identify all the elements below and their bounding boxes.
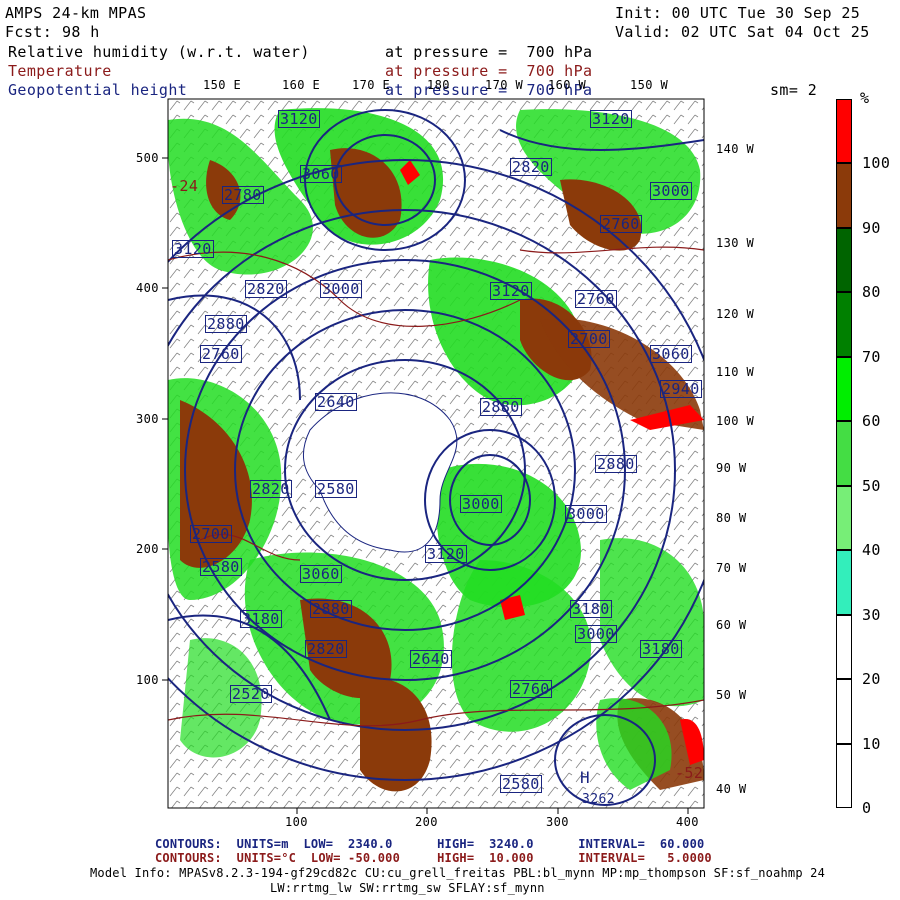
y-tick-300: 300: [136, 412, 159, 426]
colorbar-label: 20: [862, 670, 881, 689]
colorbar-band: [836, 614, 852, 680]
height-contour-label: 2780: [222, 186, 264, 204]
lon-right-60w: 60 W: [716, 618, 747, 632]
colorbar-label: 10: [862, 734, 881, 753]
lon-top-150w: 150 W: [630, 78, 669, 92]
height-contour-label: 2580: [200, 558, 242, 576]
height-contour-label: 3000: [650, 182, 692, 200]
height-contour-label: 2580: [315, 480, 357, 498]
colorbar-label: 50: [862, 476, 881, 495]
height-contour-label: 3120: [425, 545, 467, 563]
height-contour-label: 2820: [305, 640, 347, 658]
height-contour-label: 2820: [250, 480, 292, 498]
colorbar-label: 60: [862, 412, 881, 431]
lon-right-80w: 80 W: [716, 511, 747, 525]
high-value: 3262: [582, 792, 615, 807]
lon-right-110w: 110 W: [716, 365, 755, 379]
lon-top-160e: 160 E: [282, 78, 321, 92]
height-contour-label: 2820: [245, 280, 287, 298]
map-field-layer: [168, 99, 704, 808]
x-tick-300: 300: [546, 815, 569, 829]
footer-model-info-2: LW:rrtmg_lw SW:rrtmg_sw SFLAY:sf_mynn: [270, 881, 545, 895]
height-contour-label: 2700: [190, 525, 232, 543]
colorbar-band: [836, 227, 852, 293]
height-contour-label: 2940: [660, 380, 702, 398]
lon-right-140w: 140 W: [716, 142, 755, 156]
height-contour-label: 3180: [570, 600, 612, 618]
height-contour-label: 2760: [575, 290, 617, 308]
colorbar-band: [836, 292, 852, 357]
x-tick-200: 200: [415, 815, 438, 829]
height-contour-label: 3060: [300, 165, 342, 183]
lon-right-120w: 120 W: [716, 307, 755, 321]
height-contour-label: 2760: [600, 215, 642, 233]
lon-right-70w: 70 W: [716, 561, 747, 575]
high-marker: H: [580, 768, 591, 787]
x-tick-400: 400: [676, 815, 699, 829]
height-contour-label: 2700: [568, 330, 610, 348]
height-contour-label: 2880: [480, 398, 522, 416]
colorbar-label: 90: [862, 218, 881, 237]
height-contour-label: 2640: [315, 393, 357, 411]
lon-right-50w: 50 W: [716, 688, 747, 702]
colorbar-label: 0: [862, 799, 872, 817]
y-tick-500: 500: [136, 151, 159, 165]
height-contour-label: 2820: [510, 158, 552, 176]
lon-right-130w: 130 W: [716, 236, 755, 250]
colorbar-label: 100: [862, 154, 891, 173]
height-contour-label: 2760: [510, 680, 552, 698]
footer-model-info: Model Info: MPASv8.2.3-194-gf29cd82c CU:…: [90, 866, 826, 880]
colorbar-band: [836, 743, 852, 808]
colorbar-label: 30: [862, 605, 881, 624]
height-contour-label: 3120: [590, 110, 632, 128]
colorbar-label: 40: [862, 541, 881, 560]
colorbar-band: [836, 550, 852, 615]
temperature-contour-label: -24: [170, 177, 199, 195]
lon-top-170e: 170 E: [352, 78, 391, 92]
rh-map: [162, 98, 705, 814]
colorbar-band: [836, 485, 852, 551]
y-tick-200: 200: [136, 542, 159, 556]
colorbar-band: [836, 421, 852, 486]
height-contour-label: 3000: [575, 625, 617, 643]
height-contour-label: 3120: [172, 240, 214, 258]
x-tick-100: 100: [285, 815, 308, 829]
footer-contour-temp: CONTOURS: UNITS=°C LOW= -50.000 HIGH= 10…: [155, 851, 712, 865]
height-contour-label: 3180: [640, 640, 682, 658]
colorbar-band: [836, 99, 852, 164]
height-contour-label: 2880: [205, 315, 247, 333]
colorbar-band: [836, 679, 852, 744]
footer-contour-height: CONTOURS: UNITS=m LOW= 2340.0 HIGH= 3240…: [155, 837, 705, 851]
lon-top-180: 180: [427, 78, 450, 92]
height-contour-label: 3000: [565, 505, 607, 523]
height-contour-label: 3120: [490, 282, 532, 300]
y-tick-400: 400: [136, 281, 159, 295]
height-contour-label: 3000: [320, 280, 362, 298]
height-contour-label: 2520: [230, 685, 272, 703]
lon-top-170w: 170 W: [485, 78, 524, 92]
temperature-contour-label: -52: [675, 764, 704, 782]
height-contour-label: 3120: [278, 110, 320, 128]
lon-right-90w: 90 W: [716, 461, 747, 475]
height-contour-label: 2880: [310, 600, 352, 618]
height-contour-label: 3180: [240, 610, 282, 628]
height-contour-label: 2760: [200, 345, 242, 363]
colorbar-unit: %: [860, 89, 870, 107]
height-contour-label: 2580: [500, 775, 542, 793]
colorbar-label: 80: [862, 283, 881, 302]
height-contour-label: 3060: [300, 565, 342, 583]
height-contour-label: 2880: [595, 455, 637, 473]
colorbar-band: [836, 163, 852, 228]
height-contour-label: 2640: [410, 650, 452, 668]
lon-top-160w: 160 W: [548, 78, 587, 92]
height-contour-label: 3000: [460, 495, 502, 513]
colorbar-band: [836, 356, 852, 422]
y-tick-100: 100: [136, 673, 159, 687]
colorbar-label: 70: [862, 347, 881, 366]
lon-right-100w: 100 W: [716, 414, 755, 428]
lon-top-150e: 150 E: [203, 78, 242, 92]
height-contour-label: 3060: [650, 345, 692, 363]
lon-right-40w: 40 W: [716, 782, 747, 796]
